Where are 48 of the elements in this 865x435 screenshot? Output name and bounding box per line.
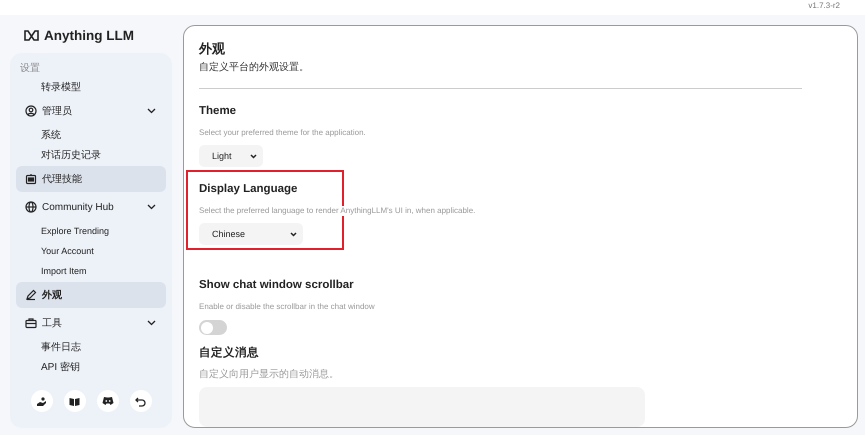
section-title: Theme: [199, 104, 238, 119]
robot-icon: [25, 173, 37, 185]
section-title: 自定义消息: [199, 345, 260, 361]
chevron-icon: [290, 232, 297, 236]
sidebar-item[interactable]: Import Item: [16, 261, 166, 281]
sidebar-item[interactable]: 管理员: [16, 98, 166, 124]
sidebar-item[interactable]: Explore Trending: [16, 221, 166, 241]
logo-icon: [24, 30, 39, 40]
sidebar-item[interactable]: 转录模型: [16, 77, 166, 97]
undo-icon: [135, 396, 146, 406]
sidebar-item[interactable]: 外观: [16, 282, 166, 308]
globe-icon: [25, 201, 37, 213]
section-description: Select the preferred language to render AnythingLLM's UI in, when applicable.: [199, 206, 476, 216]
section-title: Display Language: [199, 182, 298, 197]
sidebar-item[interactable]: Community Hub: [16, 194, 166, 220]
toggle-switch[interactable]: [199, 320, 227, 335]
page-title: 外观: [199, 40, 226, 58]
sidebar-item[interactable]: 系统: [16, 125, 166, 145]
section-description: Enable or disable the scrollbar in the chat window: [199, 302, 375, 312]
docs-button[interactable]: [64, 390, 86, 412]
sidebar-item[interactable]: API 密钥: [16, 357, 166, 377]
book-icon: [69, 396, 80, 406]
user-gear-icon: [25, 105, 37, 117]
select-dropdown[interactable]: Light: [199, 145, 263, 167]
sidebar-item[interactable]: 代理技能: [16, 166, 166, 192]
section-label: 设置: [19, 62, 41, 76]
sidebar-item[interactable]: 工具: [16, 310, 166, 336]
support-button[interactable]: [30, 390, 52, 412]
chevron-icon: [147, 204, 156, 210]
version-label: v1.7.3-r2: [808, 1, 840, 10]
back-button[interactable]: [130, 390, 152, 412]
chevron-icon: [250, 154, 257, 158]
sidebar-item[interactable]: 对话历史记录: [16, 145, 166, 165]
hand-icon: [36, 396, 47, 406]
pencil-icon: [25, 289, 37, 301]
page-subtitle: 自定义平台的外观设置。: [199, 60, 310, 74]
discord-button[interactable]: [96, 390, 118, 412]
chevron-icon: [147, 320, 156, 326]
controller-icon: [102, 396, 114, 406]
sidebar-item[interactable]: 事件日志: [16, 337, 166, 357]
select-dropdown[interactable]: Chinese: [199, 223, 303, 245]
chevron-icon: [147, 108, 156, 114]
message-field[interactable]: [199, 387, 645, 427]
briefcase-icon: [25, 317, 37, 329]
section-title: Show chat window scrollbar: [199, 278, 355, 293]
sidebar-item[interactable]: Your Account: [16, 241, 166, 261]
section-description: Select your preferred theme for the application.: [199, 128, 366, 138]
app-logo: Anything LLM: [44, 28, 134, 42]
